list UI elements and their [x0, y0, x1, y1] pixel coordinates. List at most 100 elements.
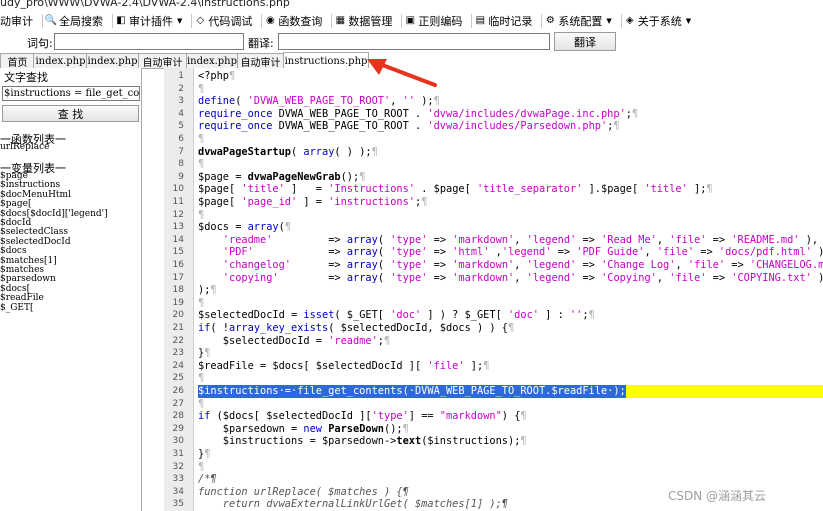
code-line[interactable]: 11 $page[ 'page_id' ] = 'instructions';¶: [164, 196, 823, 209]
menu-separator: [620, 13, 622, 28]
code-line[interactable]: 27 ¶: [164, 398, 823, 411]
code-line[interactable]: 20 $selectedDocId = isset( $_GET[ 'doc' ]…: [164, 309, 823, 322]
line-number: 21: [172, 323, 184, 333]
code-text: <?php¶: [198, 70, 236, 82]
code-text: ¶: [198, 296, 205, 309]
menu-item-label: 全局搜索: [59, 14, 103, 28]
menu-separator: [401, 13, 403, 28]
code-line[interactable]: 19 ¶: [164, 297, 823, 310]
menu-item-label: 临时记录: [488, 14, 533, 28]
code-line[interactable]: 17 'copying' => array( 'type' => 'markdo…: [164, 272, 823, 285]
search-icon: 🔍: [44, 15, 58, 26]
file-tab-4[interactable]: index.php: [186, 53, 238, 68]
find-button[interactable]: 查 找: [2, 105, 139, 122]
code-text: ¶: [198, 397, 205, 410]
line-number: 18: [172, 285, 184, 296]
menu-item-0[interactable]: 动审计: [0, 13, 37, 29]
code-line[interactable]: 31}¶: [164, 448, 823, 461]
code-line[interactable]: 3 define( 'DVWA_WEB_PAGE_TO_ROOT', '' );¶: [164, 95, 823, 108]
file-tab-6[interactable]: instructions.php: [283, 52, 369, 69]
code-line[interactable]: 13 $docs = array(¶: [164, 221, 823, 234]
line-number: 26: [172, 386, 184, 396]
regex-icon: ▣: [405, 15, 416, 26]
code-line[interactable]: 5 require_once DVWA_WEB_PAGE_TO_ROOT . 'd…: [164, 120, 823, 133]
line-number: 12: [172, 209, 184, 220]
code-text: function urlReplace( $matches ) {¶: [198, 485, 409, 498]
word-input[interactable]: [54, 33, 244, 50]
code-text: $selectedDocId = isset( $_GET[ 'doc' ] )…: [198, 309, 595, 322]
file-tab-3[interactable]: 自动审计: [138, 53, 187, 69]
code-line[interactable]: 2 ¶: [164, 83, 823, 96]
menu-item-label: 数据管理: [348, 14, 393, 28]
translate-input[interactable]: [278, 33, 550, 50]
line-number: 15: [172, 247, 184, 258]
code-text: ¶: [198, 158, 205, 171]
menu-item-6[interactable]: ▣ 正则编码: [404, 13, 466, 29]
code-line[interactable]: 10 $page[ 'title' ] = 'Instructions' . $p…: [164, 183, 823, 196]
code-text: 'PDF' => array( 'type' => 'html' ,'legen…: [222, 246, 823, 259]
code-line[interactable]: 9 $page = dvwaPageNewGrab();¶: [164, 171, 823, 184]
menu-item-7[interactable]: ▤ 临时记录: [474, 13, 536, 29]
menu-item-1[interactable]: 🔍 全局搜索: [45, 13, 107, 29]
code-line[interactable]: 4 require_once DVWA_WEB_PAGE_TO_ROOT . 'd…: [164, 108, 823, 121]
code-line[interactable]: 33 /*¶: [164, 473, 823, 486]
code-line[interactable]: 21 if( !array_key_exists( $selectedDocId,…: [164, 322, 823, 335]
code-line[interactable]: 6 ¶: [164, 133, 823, 146]
line-number: 32: [172, 461, 184, 472]
menu-item-9[interactable]: ◈ 关于系统 ▼: [624, 13, 695, 29]
code-line[interactable]: 12 ¶: [164, 209, 823, 222]
file-tab-5[interactable]: 自动审计: [237, 53, 284, 69]
code-text: 'readme' => array( 'type' => 'markdown',…: [222, 233, 819, 246]
code-line[interactable]: 7 dvwaPageStartup( array( ) );¶: [164, 146, 823, 159]
file-tab-1[interactable]: index.php: [33, 53, 88, 68]
code-line[interactable]: 8 ¶: [164, 158, 823, 171]
menu-item-8[interactable]: ⚙ 系统配置 ▼: [544, 13, 615, 29]
code-line[interactable]: 25 ¶: [164, 372, 823, 385]
variable-list: $page $instructions $docMenuHtml $page[$doc…: [0, 171, 108, 313]
menu-separator: [191, 13, 193, 28]
code-line[interactable]: 18);¶: [164, 284, 823, 297]
line-number: 20: [172, 310, 184, 321]
function-item[interactable]: urlReplace: [0, 142, 49, 152]
code-line[interactable]: 15 'PDF' => array( 'type' => 'html' ,'le…: [164, 246, 823, 259]
line-number: 23: [172, 348, 184, 359]
code-line[interactable]: 14 'readme' => array( 'type' => 'markdow…: [164, 234, 823, 247]
menu-item-2[interactable]: ◧ 审计插件 ▼: [115, 13, 186, 29]
menu-item-label: 函数查询: [278, 14, 323, 28]
code-line[interactable]: 16 'changelog' => array( 'type' => 'mark…: [164, 259, 823, 272]
menu-item-5[interactable]: ▦ 数据管理: [334, 13, 396, 29]
code-editor[interactable]: 1 <?php¶ 2 ¶ 3 define( 'DVWA_WEB_PAGE_TO_ROOT…: [164, 68, 823, 511]
line-number: 7: [178, 146, 184, 157]
code-line[interactable]: 22 $selectedDocId = 'readme';¶: [164, 335, 823, 348]
text-search-input[interactable]: $instructions = file_get_cor: [2, 86, 140, 101]
code-text: $selectedDocId = 'readme';¶: [198, 334, 391, 347]
code-text: ¶: [198, 133, 205, 145]
code-line[interactable]: 1 <?php¶: [164, 70, 823, 83]
line-number: 25: [172, 373, 184, 384]
temp-record-icon: ▤: [475, 15, 486, 26]
selected-code-text: $instructions·=·file_get_contents(·DVWA_…: [198, 385, 626, 398]
code-line[interactable]: 29 $parsedown = new ParseDown();¶: [164, 423, 823, 436]
line-number: 27: [172, 398, 184, 409]
code-line[interactable]: 23}¶: [164, 347, 823, 360]
line-number: 10: [172, 184, 184, 195]
line-number: 3: [178, 96, 184, 107]
menu-separator: [261, 13, 263, 28]
code-text: if( !array_key_exists( $selectedDocId, $…: [198, 322, 515, 334]
code-text: 'copying' => array( 'type' => 'markdown'…: [222, 271, 823, 284]
menu-item-3[interactable]: ◇ 代码调试: [194, 13, 256, 29]
variable-item[interactable]: $_GET[: [0, 303, 108, 313]
file-tab-0[interactable]: 首页: [0, 53, 35, 69]
menu-item-4[interactable]: ◉ 函数查询: [264, 13, 326, 29]
code-line[interactable]: 30 $instructions = $parsedown->text($ins…: [164, 435, 823, 448]
code-line[interactable]: 28 if ($docs[ $selectedDocId ]['type'] ==…: [164, 410, 823, 423]
code-line[interactable]: 32 ¶: [164, 461, 823, 474]
code-line[interactable]: 26 $instructions·=·file_get_contents(·DVW…: [164, 385, 823, 398]
menu-item-label: 审计插件: [129, 14, 173, 28]
translate-button[interactable]: 翻译: [554, 32, 616, 51]
line-number: 11: [172, 197, 184, 207]
line-number: 29: [172, 423, 184, 434]
file-tab-2[interactable]: index.php: [86, 53, 139, 68]
window-title: udy_pro\WWW\DVWA-2.4\DVWA-2.4\instructio…: [0, 0, 290, 9]
code-line[interactable]: 24 $readFile = $docs[ $selectedDocId ][ '…: [164, 360, 823, 373]
